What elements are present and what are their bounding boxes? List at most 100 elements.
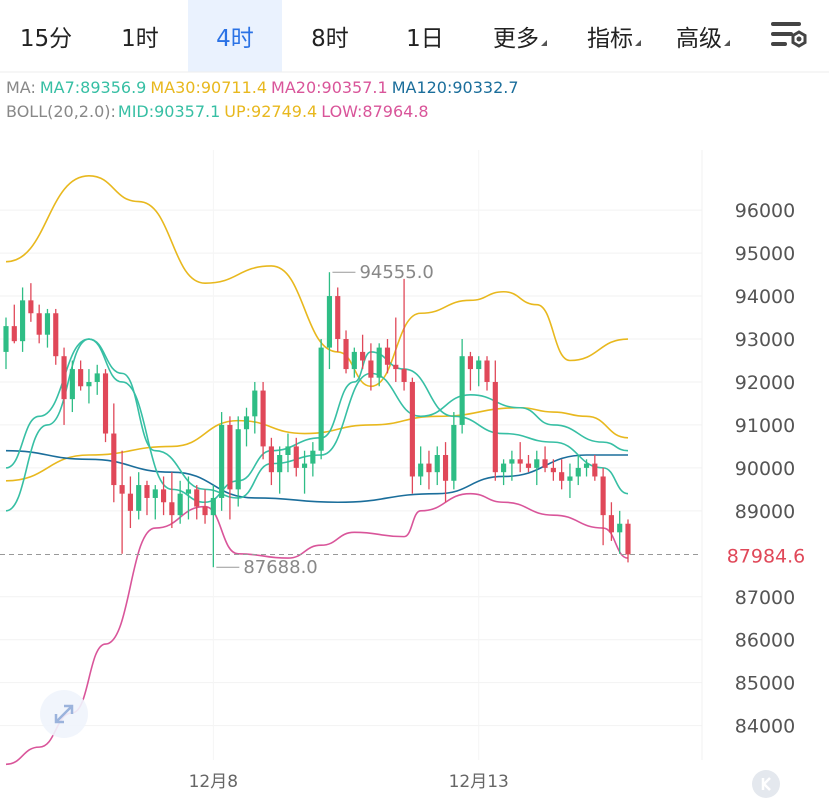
candle-body [310,450,316,464]
candle-body [285,446,291,455]
candle-body [559,472,565,481]
kline-mode-badge[interactable] [752,770,780,798]
candle-body [177,493,183,516]
candle-body [625,523,631,555]
current-price-label: 87984.6 [727,545,806,567]
boll_low-line [5,492,629,766]
candle-body [318,347,324,451]
y-tick-label: 89000 [735,501,795,523]
candle-body [542,459,548,468]
candle-body [343,339,349,370]
candle-body [161,489,167,503]
y-tick-label: 91000 [735,415,795,437]
candle-body [409,381,415,477]
candle-body [484,360,490,382]
candle-body [600,476,606,516]
candle-body [144,485,150,498]
high-price-label: 94555.0 [359,262,433,283]
expand-arrows-icon [54,704,74,724]
y-tick-label: 92000 [735,372,795,394]
candle-body [69,369,75,400]
candle-body [583,463,590,468]
candle-body [575,467,581,477]
candle-body [525,463,532,468]
candle-body [567,476,573,481]
ma20-line [5,338,629,499]
candle-body [368,360,374,378]
y-tick-label: 90000 [735,458,795,480]
candle-body [459,356,465,425]
candle-body [418,463,424,477]
candle-body [136,485,142,511]
candle-body [185,489,192,494]
candle-body [94,373,100,382]
low-price-label: 87688.0 [243,557,317,578]
candle-body [268,446,274,473]
candle-body [3,326,9,352]
candle-body [36,313,42,335]
candle-body [169,502,175,516]
candle-body [501,463,507,473]
candle-body [434,455,440,473]
boll_up-line [5,174,629,388]
candle-body [152,489,158,498]
candle-body [301,463,308,468]
candle-body [360,351,366,361]
candle-body [53,313,59,357]
candle-body [326,296,333,348]
candle-body [78,369,84,387]
candle-body [252,390,258,417]
candle-body [111,433,117,486]
candle-body [235,429,241,490]
candle-body [86,381,92,387]
candle-body [277,455,283,473]
candlestick-chart[interactable]: 96000 95000 94000 93000 92000 91000 90000 89000… [0,0,829,792]
candle-body [351,351,357,370]
candle-body [509,459,515,464]
candle-body [293,446,299,468]
y-tick-label: 87000 [735,587,795,609]
candle-body [451,424,457,481]
candle-body [28,300,34,314]
candle-body [243,416,250,430]
candle-body [617,523,623,533]
candle-body [335,296,341,340]
x-tick-label: 12月8 [189,772,238,792]
candle-body [467,356,473,370]
x-tick-label: 12月13 [449,772,509,792]
candle-body [517,459,523,464]
candle-body [384,347,391,365]
candle-body [219,424,225,498]
candle-body [210,497,216,516]
candle-body [442,455,449,481]
k-icon [761,777,771,791]
candle-body [102,373,109,434]
fullscreen-button[interactable] [40,690,88,738]
candle-body [20,300,26,342]
candle-body [426,463,432,473]
candle-body [127,493,133,511]
candle-body [260,390,266,447]
y-tick-label: 84000 [735,716,795,738]
candle-body [476,360,482,370]
candle-body [119,485,125,494]
candle-body [393,364,399,370]
candle-body [492,381,498,473]
y-tick-label: 96000 [735,200,795,222]
candle-body [11,326,17,342]
candle-body [401,369,407,382]
y-tick-label: 95000 [735,243,795,265]
y-tick-label: 94000 [735,286,795,308]
candle-body [61,356,67,400]
y-tick-label: 85000 [735,673,795,695]
candle-body [592,463,598,477]
candle-body [608,515,614,533]
ma120-line [5,449,628,504]
candle-body [227,424,233,490]
y-tick-label: 86000 [735,630,795,652]
y-tick-label: 93000 [735,329,795,351]
candle-body [44,313,51,335]
candle-body [202,506,208,516]
candle-body [550,467,556,473]
candle-body [534,459,540,468]
